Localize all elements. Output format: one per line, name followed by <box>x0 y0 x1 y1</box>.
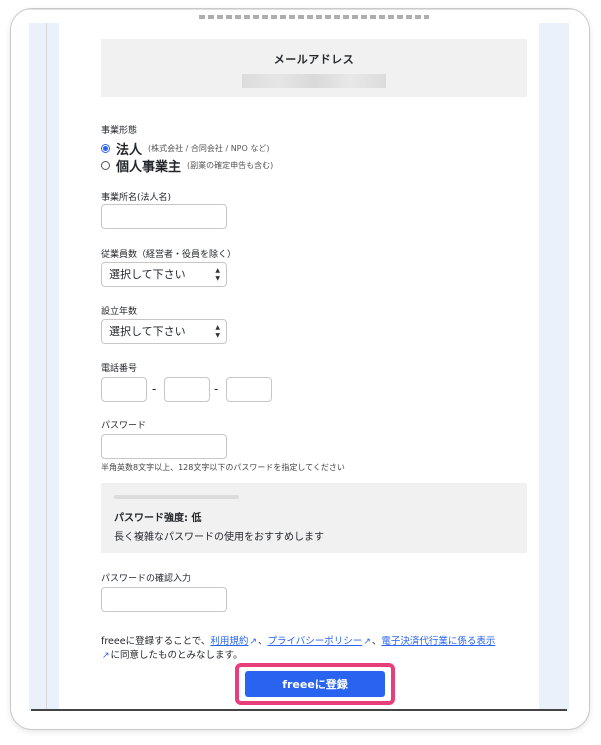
employees-label: 従業員数（経営者・役員を除く） <box>101 250 237 260</box>
left-background-strip <box>29 23 59 711</box>
select-arrows-icon: ▲ ▼ <box>215 324 220 339</box>
password-hint: 半角英数8文字以上、128文字以下のパスワードを指定してください <box>101 463 345 472</box>
terms-separator: 、 <box>371 636 382 647</box>
terms-text: freeeに登録することで、利用規約↗、プライバシーポリシー↗、電子決済代行業に… <box>101 635 531 663</box>
external-link-icon: ↗ <box>249 637 257 647</box>
founding-year-select-value: 選択して下さい <box>109 325 186 338</box>
phone-label: 電話番号 <box>101 364 138 374</box>
signup-form: メールアドレス 事業形態 法人 (株式会社 / 合同会社 / NPO など) 個… <box>89 9 539 709</box>
phone-separator: - <box>152 382 157 396</box>
payment-disclosure-link[interactable]: 電子決済代行業に係る表示 <box>381 636 495 647</box>
founding-year-select[interactable]: 選択して下さい ▲ ▼ <box>101 319 227 344</box>
bottom-divider <box>31 709 567 711</box>
radio-sole-proprietor-label: 個人事業主 <box>116 160 182 175</box>
password-strength-title: パスワード強度: 低 <box>114 513 202 524</box>
password-confirm-input[interactable] <box>101 587 227 612</box>
phone-input-3[interactable] <box>226 377 272 402</box>
phone-input-1[interactable] <box>101 377 147 402</box>
submit-button[interactable]: freeeに登録 <box>245 671 385 697</box>
terms-of-service-link[interactable]: 利用規約 <box>210 636 248 647</box>
terms-suffix: に同意したものとみなします。 <box>110 650 243 661</box>
email-value-redacted <box>242 74 386 88</box>
email-title: メールアドレス <box>273 53 355 66</box>
password-input[interactable] <box>101 434 227 459</box>
password-strength-bar <box>114 495 239 499</box>
password-confirm-label: パスワードの確認入力 <box>101 574 192 584</box>
email-panel: メールアドレス <box>101 39 527 97</box>
radio-corporation-dot[interactable] <box>101 144 110 153</box>
employees-select[interactable]: 選択して下さい ▲ ▼ <box>101 262 227 287</box>
terms-prefix: freeeに登録することで、 <box>101 636 211 647</box>
office-name-input[interactable] <box>101 204 227 229</box>
submit-highlight: freeeに登録 <box>235 663 395 705</box>
privacy-policy-link[interactable]: プライバシーポリシー <box>268 636 363 647</box>
cropped-heading-text <box>199 13 429 21</box>
office-name-label: 事業所名(法人名) <box>101 193 172 203</box>
browser-frame: メールアドレス 事業形態 法人 (株式会社 / 合同会社 / NPO など) 個… <box>10 8 590 730</box>
external-link-icon: ↗ <box>363 637 371 647</box>
password-strength-message: 長く複雑なパスワードの使用をおすすめします <box>114 532 324 543</box>
radio-corporation-note: (株式会社 / 合同会社 / NPO など) <box>148 144 270 153</box>
select-arrows-icon: ▲ ▼ <box>215 267 220 282</box>
phone-separator: - <box>214 382 219 396</box>
right-background-strip <box>539 23 569 711</box>
left-divider <box>46 23 47 711</box>
employees-select-value: 選択して下さい <box>109 268 186 281</box>
radio-sole-proprietor-dot[interactable] <box>101 161 110 170</box>
phone-input-2[interactable] <box>164 377 210 402</box>
password-strength-panel: パスワード強度: 低 長く複雑なパスワードの使用をおすすめします <box>101 483 527 553</box>
password-label: パスワード <box>101 421 147 431</box>
terms-separator: 、 <box>257 636 268 647</box>
radio-sole-proprietor[interactable]: 個人事業主 (副業の確定申告も含む) <box>101 156 273 175</box>
radio-sole-proprietor-note: (副業の確定申告も含む) <box>187 161 274 170</box>
external-link-icon: ↗ <box>102 651 110 661</box>
founding-year-label: 設立年数 <box>101 307 138 317</box>
business-type-label: 事業形態 <box>101 126 138 136</box>
